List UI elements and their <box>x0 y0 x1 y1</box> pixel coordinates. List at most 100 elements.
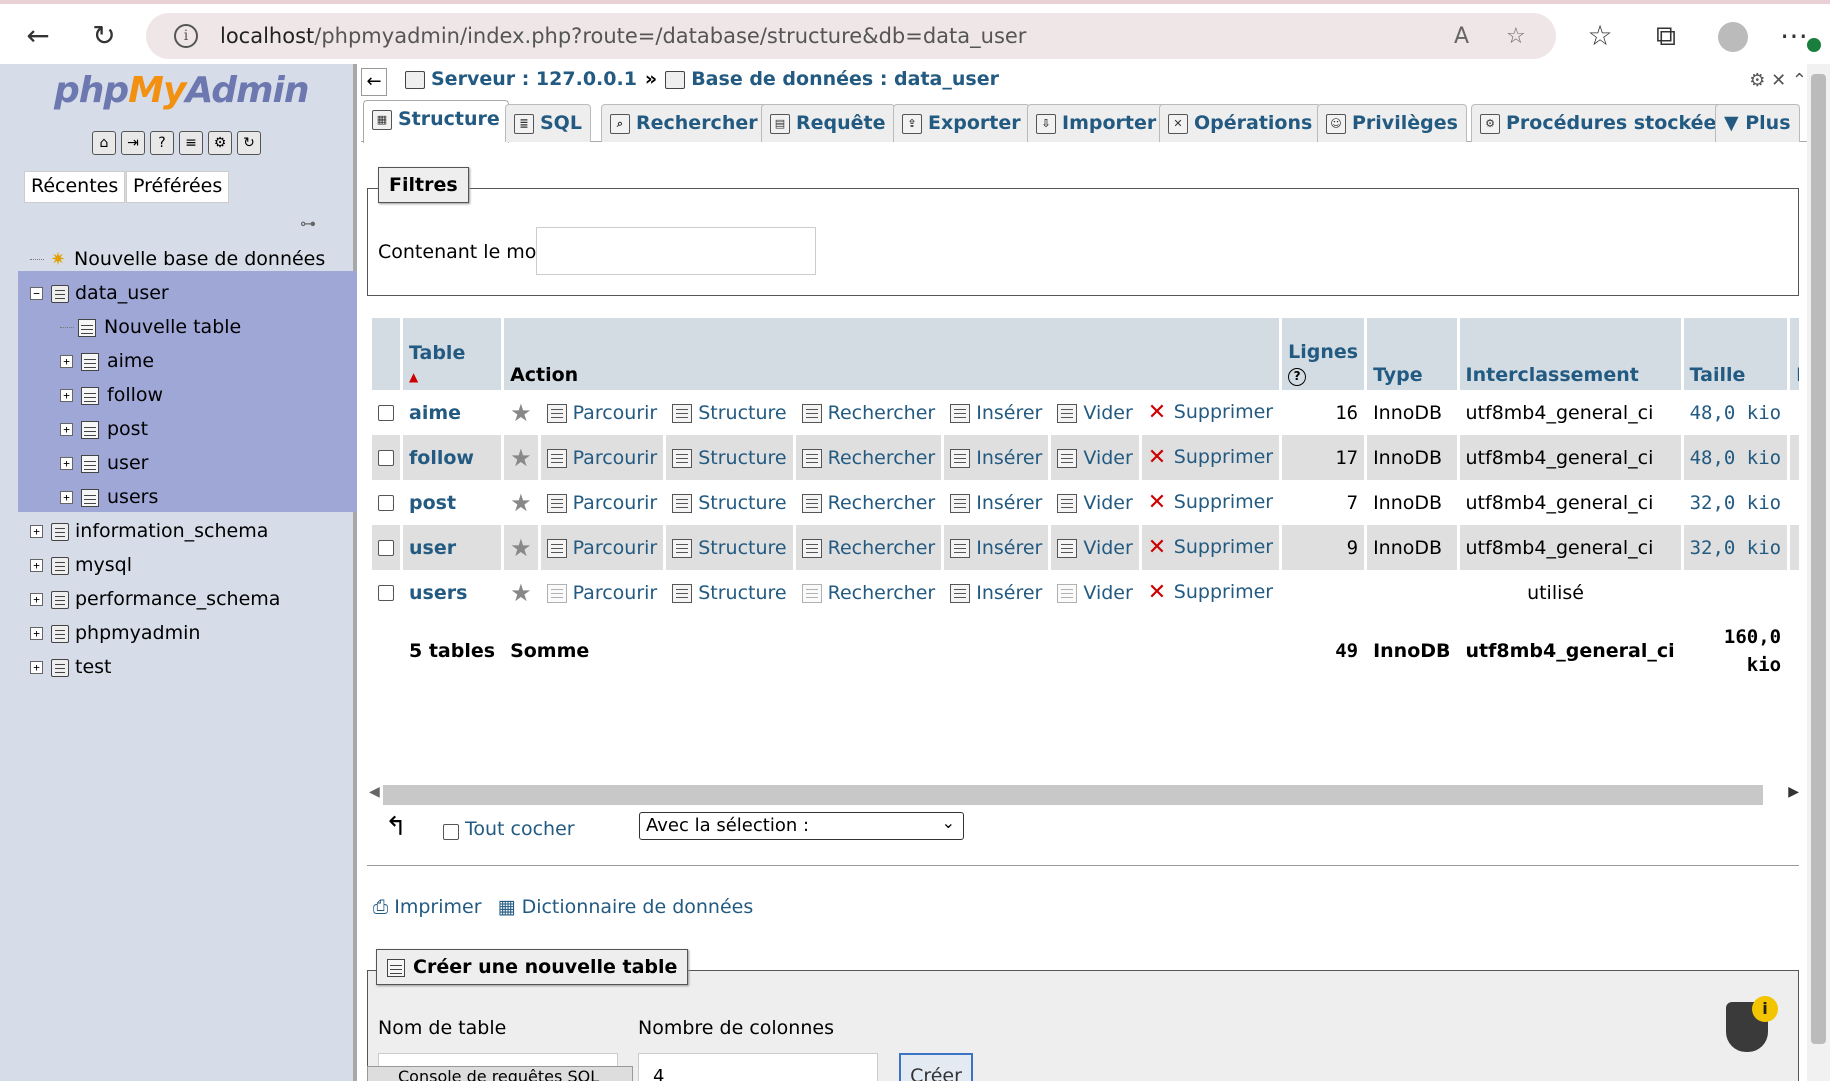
close-icon[interactable]: ✕ <box>1771 70 1786 91</box>
header-collation[interactable]: Interclassement <box>1459 318 1681 390</box>
expand-icon[interactable]: + <box>60 457 73 470</box>
favorite-star-icon[interactable]: ★ <box>510 444 532 472</box>
refresh-icon[interactable]: ↻ <box>237 131 261 155</box>
insert-link[interactable]: Insérer <box>944 570 1049 615</box>
filter-input[interactable] <box>536 227 816 275</box>
collections-icon[interactable]: ⧉ <box>1648 18 1684 54</box>
header-table[interactable]: Table ▲ <box>403 318 502 390</box>
tab-export[interactable]: ⇪ Exporter <box>893 104 1030 142</box>
back-icon[interactable]: ← <box>20 18 56 54</box>
insert-link[interactable]: Insérer <box>944 525 1049 570</box>
empty-link[interactable]: Vider <box>1051 480 1139 525</box>
size-link[interactable]: 48,0 kio <box>1683 435 1788 480</box>
header-rows[interactable]: Lignes? <box>1282 318 1365 390</box>
row-checkbox[interactable] <box>378 405 394 421</box>
expand-icon[interactable]: + <box>60 423 73 436</box>
settings-icon[interactable]: ⚙ <box>1749 70 1765 91</box>
link-icon[interactable]: ⊶ <box>300 214 316 233</box>
table-name-link[interactable]: user <box>403 525 502 570</box>
table-name-link[interactable]: post <box>403 480 502 525</box>
browse-link[interactable]: Parcourir <box>540 435 664 480</box>
collapse-icon[interactable]: − <box>30 287 43 300</box>
expand-icon[interactable]: + <box>60 355 73 368</box>
logout-icon[interactable]: ⇥ <box>121 131 145 155</box>
tree-db-information-schema[interactable]: + information_schema <box>30 514 268 548</box>
browse-link[interactable]: Parcourir <box>540 390 664 435</box>
vertical-scrollbar[interactable] <box>1807 64 1830 1081</box>
scroll-left-icon[interactable]: ◀ <box>369 784 380 800</box>
size-link[interactable]: 32,0 kio <box>1683 480 1788 525</box>
settings-icon[interactable]: ⚙ <box>208 131 232 155</box>
phpmyadmin-logo[interactable]: phpMyAdmin <box>54 70 309 111</box>
collapse-up-icon[interactable]: ⌃ <box>1792 70 1807 91</box>
table-name-link[interactable]: aime <box>403 390 502 435</box>
check-all-checkbox[interactable] <box>443 824 459 840</box>
tree-table-follow[interactable]: + follow <box>60 378 163 412</box>
tab-import[interactable]: ⇩ Importer <box>1027 104 1166 142</box>
address-bar[interactable]: i localhost/phpmyadmin/index.php?route=/… <box>146 13 1556 59</box>
size-link[interactable]: 48,0 kio <box>1683 390 1788 435</box>
expand-icon[interactable]: + <box>30 525 43 538</box>
help-icon[interactable]: ? <box>150 131 174 155</box>
tab-routines[interactable]: ⚙ Procédures stockées <box>1471 104 1737 142</box>
header-type[interactable]: Type <box>1367 318 1457 390</box>
structure-link[interactable]: Structure <box>666 480 793 525</box>
tab-query[interactable]: ▤ Requête <box>761 104 895 142</box>
row-checkbox[interactable] <box>378 540 394 556</box>
insert-link[interactable]: Insérer <box>944 390 1049 435</box>
empty-link[interactable]: Vider <box>1051 390 1139 435</box>
insert-link[interactable]: Insérer <box>944 435 1049 480</box>
search-link[interactable]: Rechercher <box>795 435 942 480</box>
expand-icon[interactable]: + <box>60 389 73 402</box>
help-icon[interactable]: ? <box>1288 368 1307 386</box>
tree-db-data-user[interactable]: − data_user <box>30 276 169 310</box>
size-link[interactable]: 32,0 kio <box>1683 525 1788 570</box>
tab-structure[interactable]: ▦ Structure <box>363 100 509 143</box>
expand-icon[interactable]: + <box>30 661 43 674</box>
print-link[interactable]: ⎙ Imprimer <box>373 896 482 918</box>
favorites-icon[interactable]: ☆ <box>1582 18 1618 54</box>
expand-icon[interactable]: + <box>60 491 73 504</box>
favorite-star-icon[interactable]: ★ <box>510 534 532 562</box>
empty-link[interactable]: Vider <box>1051 525 1139 570</box>
table-name-link[interactable]: users <box>403 570 502 615</box>
create-button[interactable]: Créer <box>899 1053 973 1081</box>
data-dictionary-link[interactable]: ▦ Dictionnaire de données <box>498 896 754 918</box>
header-overhead[interactable]: Pe <box>1790 318 1799 390</box>
tree-db-test[interactable]: + test <box>30 650 112 684</box>
tree-table-post[interactable]: + post <box>60 412 148 446</box>
browse-link[interactable]: Parcourir <box>540 525 664 570</box>
expand-icon[interactable]: + <box>30 627 43 640</box>
tree-table-user[interactable]: + user <box>60 446 148 480</box>
tab-search[interactable]: ⌕ Rechercher <box>601 104 767 142</box>
tree-new-db[interactable]: ✷ Nouvelle base de données <box>30 242 325 276</box>
row-checkbox[interactable] <box>378 450 394 466</box>
row-checkbox[interactable] <box>378 495 394 511</box>
search-link[interactable]: Rechercher <box>795 390 942 435</box>
collapse-nav-icon[interactable]: ← <box>361 68 387 96</box>
check-all-label[interactable]: Tout cocher <box>465 818 575 840</box>
profile-avatar[interactable] <box>1718 22 1748 52</box>
insert-link[interactable]: Insérer <box>944 480 1049 525</box>
search-link[interactable]: Rechercher <box>795 525 942 570</box>
info-badge-icon[interactable]: i <box>1752 996 1778 1022</box>
row-checkbox[interactable] <box>378 585 394 601</box>
site-info-icon[interactable]: i <box>174 24 198 48</box>
breadcrumb-server[interactable]: Serveur : 127.0.0.1 <box>431 68 637 90</box>
scroll-thumb[interactable] <box>383 785 1763 805</box>
tree-db-mysql[interactable]: + mysql <box>30 548 132 582</box>
structure-link[interactable]: Structure <box>666 525 793 570</box>
favorites-tab[interactable]: Préférées <box>126 171 230 203</box>
more-menu-icon[interactable]: ⋯ <box>1776 18 1812 54</box>
favorite-star-icon[interactable]: ★ <box>510 579 532 607</box>
home-icon[interactable]: ⌂ <box>92 131 116 155</box>
read-aloud-icon[interactable]: A <box>1454 24 1469 49</box>
tree-db-phpmyadmin[interactable]: + phpmyadmin <box>30 616 200 650</box>
add-favorite-icon[interactable]: ☆ <box>1506 24 1526 49</box>
structure-link[interactable]: Structure <box>666 435 793 480</box>
scroll-thumb[interactable] <box>1811 74 1826 1044</box>
scroll-right-icon[interactable]: ▶ <box>1788 784 1799 800</box>
sql-console-tab[interactable]: Console de requêtes SQL <box>367 1066 633 1081</box>
browse-link[interactable]: Parcourir <box>540 480 664 525</box>
tree-table-users[interactable]: + users <box>60 480 158 514</box>
